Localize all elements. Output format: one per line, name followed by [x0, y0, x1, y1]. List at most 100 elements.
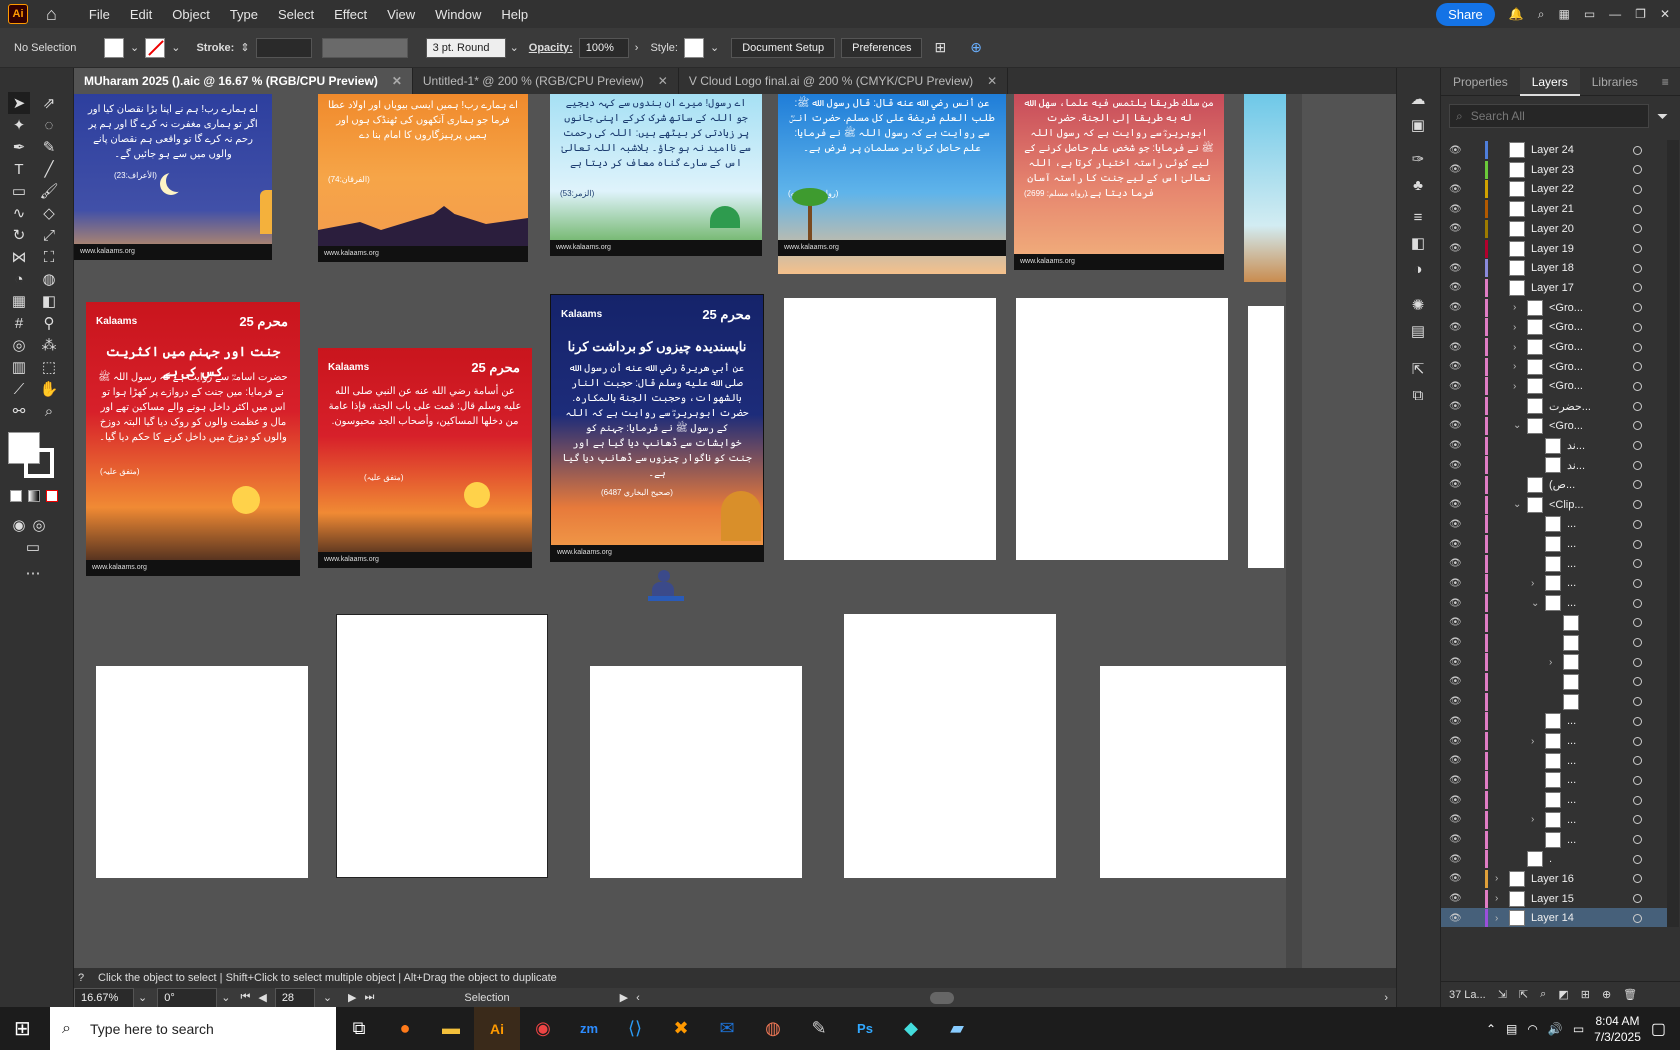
last-artboard-icon[interactable]: ⏭	[365, 991, 375, 1004]
variable-width-field[interactable]	[321, 37, 408, 58]
layer-row[interactable]: 👁 Layer 19	[1441, 239, 1667, 259]
visibility-eye-icon[interactable]: 👁	[1449, 460, 1462, 471]
layer-row[interactable]: 👁 ›...	[1441, 810, 1667, 830]
status-menu-icon[interactable]: ▶	[620, 991, 628, 1004]
target-circle-icon[interactable]	[1633, 913, 1642, 923]
visibility-eye-icon[interactable]: 👁	[1449, 716, 1462, 727]
target-circle-icon[interactable]	[1633, 401, 1642, 411]
pen-app-icon[interactable]: ✎	[796, 1007, 842, 1050]
stroke-color-icon[interactable]	[24, 448, 54, 478]
target-circle-icon[interactable]	[1633, 618, 1642, 628]
target-circle-icon[interactable]	[1633, 224, 1642, 234]
rotation-field[interactable]: 0°	[157, 987, 218, 1008]
visibility-eye-icon[interactable]: 👁	[1449, 873, 1462, 884]
trash-icon[interactable]: 🗑	[1623, 988, 1637, 1001]
layer-row[interactable]: 👁...	[1441, 554, 1667, 574]
none-mode-icon[interactable]	[46, 490, 58, 502]
layer-name[interactable]: ...	[1567, 794, 1576, 806]
target-circle-icon[interactable]	[1633, 559, 1642, 569]
share-button[interactable]: Share	[1436, 2, 1495, 26]
visibility-eye-icon[interactable]: 👁	[1449, 440, 1462, 451]
target-circle-icon[interactable]	[1633, 303, 1642, 313]
layer-row[interactable]: 👁 › <Gro...	[1441, 337, 1667, 357]
visibility-eye-icon[interactable]: 👁	[1449, 755, 1462, 766]
chrome-icon[interactable]: ◉	[520, 1007, 566, 1050]
empty-artboard[interactable]	[1016, 298, 1228, 560]
search-icon[interactable]: ⌕	[1538, 7, 1545, 22]
target-circle-icon[interactable]	[1633, 381, 1642, 391]
layer-name[interactable]: ...	[1567, 597, 1576, 609]
chevron-down-icon[interactable]: ⌄	[1513, 420, 1521, 431]
layer-name[interactable]: <Clip...	[1549, 499, 1584, 511]
layer-name[interactable]: ...	[1567, 755, 1576, 767]
visibility-eye-icon[interactable]: 👁	[1449, 420, 1462, 431]
chevron-down-icon[interactable]: ⌄	[710, 41, 719, 54]
filter-icon[interactable]: ⏷	[1657, 108, 1668, 125]
target-circle-icon[interactable]	[1633, 165, 1642, 175]
chevron-down-icon[interactable]: ⌄	[130, 41, 139, 54]
chevron-down-icon[interactable]: ⌄	[323, 991, 332, 1004]
empty-artboard[interactable]	[590, 666, 802, 878]
layer-row[interactable]: 👁	[1441, 633, 1667, 653]
layer-row[interactable]: 👁...	[1441, 711, 1667, 731]
target-circle-icon[interactable]	[1633, 756, 1642, 766]
visibility-eye-icon[interactable]: 👁	[1449, 302, 1462, 313]
layer-name[interactable]: ...	[1567, 558, 1576, 570]
visibility-eye-icon[interactable]: 👁	[1449, 381, 1462, 392]
empty-artboard[interactable]	[336, 614, 548, 878]
perspective-grid-icon[interactable]: ▦	[8, 290, 30, 312]
tab-libraries[interactable]: Libraries	[1580, 68, 1650, 96]
layer-row[interactable]: 👁 › Layer 14	[1441, 908, 1667, 927]
collect-export-icon[interactable]: ⇲	[1498, 988, 1507, 1001]
stepper-icon[interactable]: ⇕	[240, 41, 249, 54]
visibility-eye-icon[interactable]: 👁	[1449, 361, 1462, 372]
layer-name[interactable]: <Gro...	[1549, 361, 1583, 373]
layer-name[interactable]: Layer 18	[1531, 262, 1574, 274]
target-circle-icon[interactable]	[1633, 657, 1642, 667]
gradient-panel-icon[interactable]: ◧	[1407, 232, 1429, 254]
chevron-right-icon[interactable]: ›	[1531, 736, 1534, 747]
preferences-button[interactable]: Preferences	[841, 37, 923, 58]
locate-object-icon[interactable]: ⌕	[1540, 988, 1546, 1001]
export-icon[interactable]: ⇱	[1407, 358, 1429, 380]
visibility-eye-icon[interactable]: 👁	[1449, 263, 1462, 274]
workspace-icon[interactable]: ▦	[1558, 7, 1569, 21]
arrange-icon[interactable]: ▭	[1584, 7, 1595, 21]
zoom-field[interactable]: 16.67%	[74, 987, 134, 1008]
eraser-icon[interactable]: ◇	[38, 202, 60, 224]
layer-row[interactable]: 👁 حضرت...	[1441, 396, 1667, 416]
layer-name[interactable]: .	[1549, 853, 1552, 865]
slice-tool-icon[interactable]: ⟋	[8, 378, 30, 400]
layers-scrollbar[interactable]	[1667, 140, 1679, 927]
visibility-eye-icon[interactable]: 👁	[1449, 184, 1462, 195]
align-icon[interactable]: ⊞	[934, 39, 946, 56]
poster-artboard[interactable]: اے ہمارے رب! ہم نے اپنا بڑا نقصان کیا او…	[74, 94, 272, 260]
task-view-icon[interactable]: ⧉	[336, 1007, 382, 1050]
target-circle-icon[interactable]	[1633, 874, 1642, 884]
visibility-eye-icon[interactable]: 👁	[1449, 637, 1462, 648]
target-circle-icon[interactable]	[1633, 894, 1642, 904]
layer-name[interactable]: (ص...	[1549, 478, 1575, 491]
target-circle-icon[interactable]	[1633, 460, 1642, 470]
illustrator-taskbar-icon[interactable]: Ai	[474, 1007, 520, 1050]
visibility-eye-icon[interactable]: 👁	[1449, 342, 1462, 353]
horizontal-scroll-thumb[interactable]	[929, 991, 954, 1004]
shape-builder-icon[interactable]: ◔	[8, 268, 30, 290]
mesh-tool-icon[interactable]: #	[8, 312, 30, 334]
layer-row[interactable]: 👁	[1441, 692, 1667, 712]
layer-name[interactable]: Layer 22	[1531, 183, 1574, 195]
layers-search-input[interactable]: ⌕ Search All	[1449, 104, 1649, 128]
opacity-field[interactable]: 100%	[578, 37, 629, 58]
magic-wand-icon[interactable]: ✦	[8, 114, 30, 136]
menu-window[interactable]: Window	[425, 7, 491, 22]
brushes-icon[interactable]: ✑	[1407, 148, 1429, 170]
layer-row[interactable]: 👁 (ص...	[1441, 475, 1667, 495]
layer-row[interactable]: 👁 ⌄ <Clip...	[1441, 495, 1667, 515]
visibility-eye-icon[interactable]: 👁	[1449, 696, 1462, 707]
visibility-eye-icon[interactable]: 👁	[1449, 558, 1462, 569]
layer-row[interactable]: 👁 › Layer 15	[1441, 889, 1667, 909]
empty-artboard[interactable]	[844, 614, 1056, 878]
symbol-sprayer-icon[interactable]: ⁂	[38, 334, 60, 356]
layer-name[interactable]: Layer 21	[1531, 203, 1574, 215]
type-tool-icon[interactable]: T	[8, 158, 30, 180]
